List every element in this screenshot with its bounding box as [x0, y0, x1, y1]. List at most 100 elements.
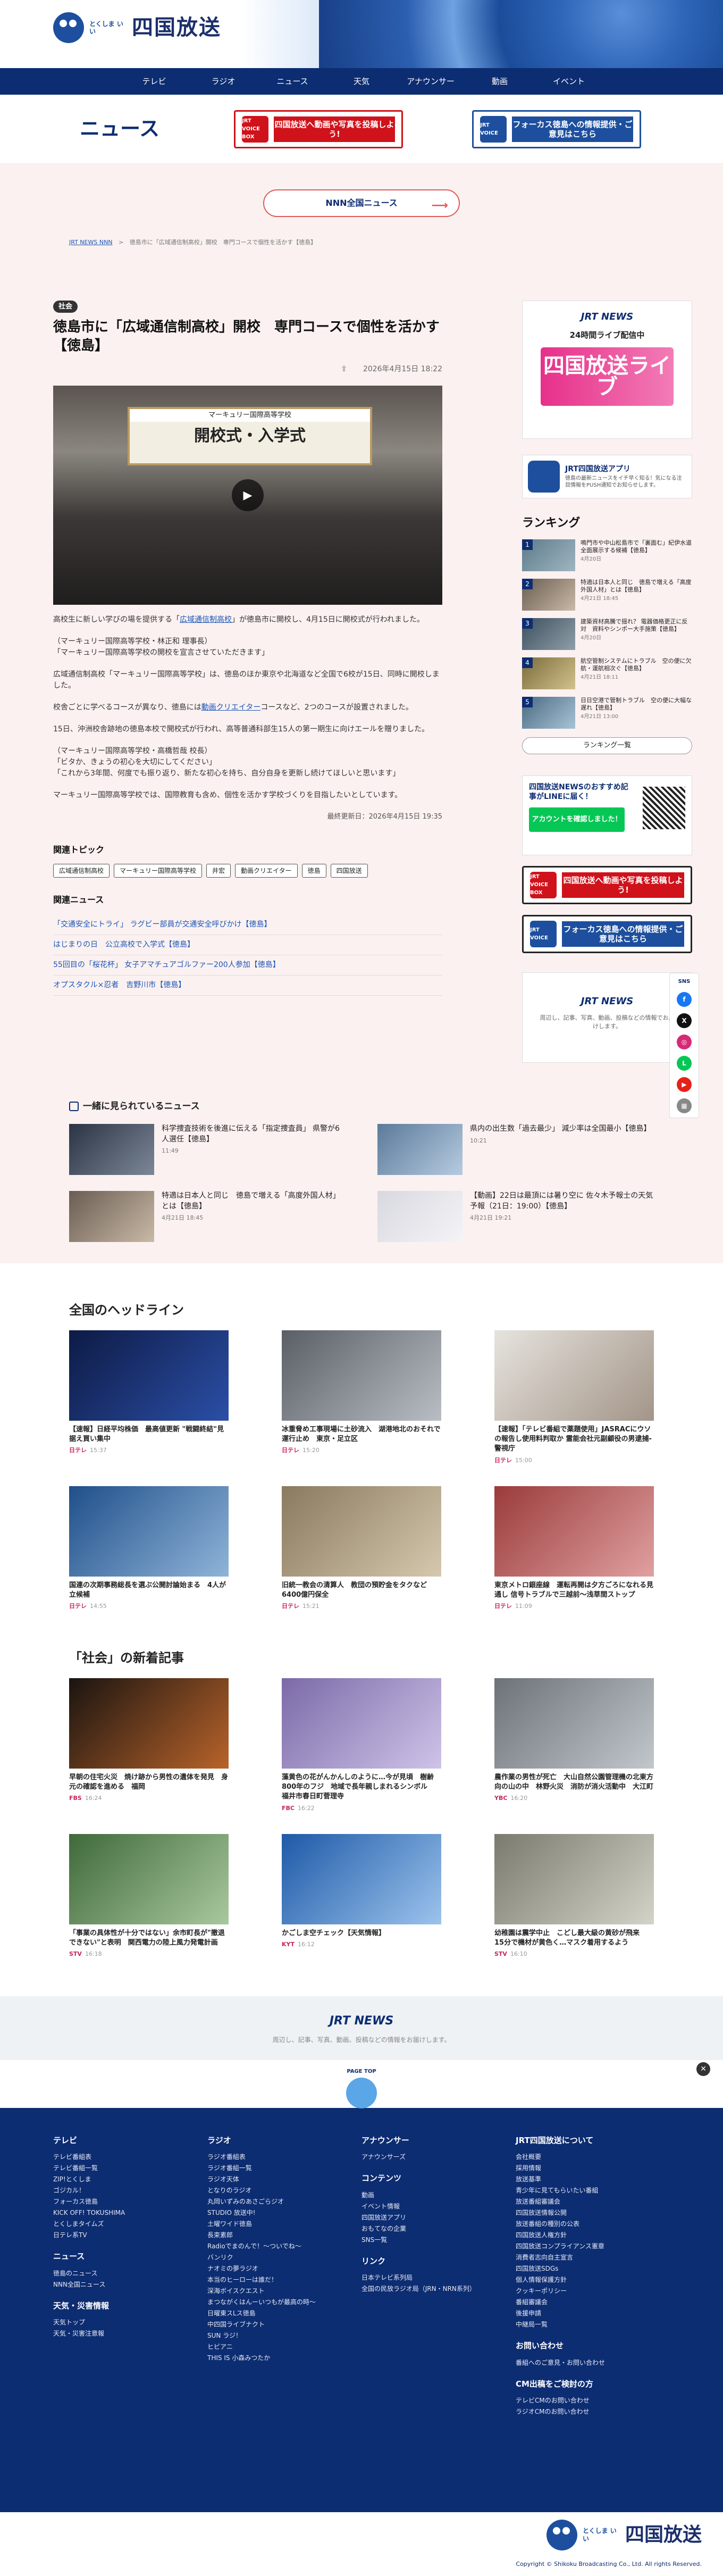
footer-heading[interactable]: CM出稿をご検討の方 [516, 2378, 670, 2390]
nav-announcer[interactable]: アナウンサー [396, 68, 465, 95]
ranking-item[interactable]: 1 鳴門市や中山松島市で「裏面む」紀伊水道全面展示する候補【徳島】 4月20日 [522, 539, 692, 571]
facebook-icon[interactable]: f [677, 991, 692, 1007]
ranking-item[interactable]: 4 航空管制システムにトラブル 空の便に欠航・運航相次ぐ【徳島】 4月21日 18… [522, 657, 692, 689]
side-voice-box-banner[interactable]: JRT VOICE BOX 四国放送へ動画や写真を投稿しよう! [522, 865, 692, 904]
link-wide-area-school[interactable]: 広域通信制高校 [180, 615, 232, 624]
share-icon[interactable]: ⇪ [341, 364, 347, 375]
footer-heading[interactable]: 天気・災害情報 [53, 2300, 207, 2312]
topic-tag[interactable]: 井宏 [206, 863, 231, 878]
article-video[interactable]: マーキュリー国際高等学校 開校式・入学式 ▶ [53, 386, 442, 605]
site-logo[interactable]: とくしま いい 四国放送 [53, 12, 221, 44]
footer-link[interactable]: ラジオ天体 [207, 2174, 362, 2185]
footer-link[interactable]: ZIP!とくしま [53, 2174, 207, 2185]
footer-link[interactable]: NNN全国ニュース [53, 2279, 207, 2290]
page-top-button[interactable]: PAGE TOP [340, 2065, 383, 2108]
play-icon[interactable]: ▶ [232, 479, 264, 512]
topic-tag[interactable]: 徳島 [301, 863, 326, 878]
footer-link[interactable]: 会社概要 [516, 2152, 670, 2163]
topic-tag[interactable]: 広域通信制高校 [53, 863, 110, 878]
footer-link[interactable]: STUDIO 放送中! [207, 2207, 362, 2219]
footer-link[interactable]: 深海ボイスクエスト [207, 2286, 362, 2297]
footer-link[interactable]: 土曜ワイド徳島 [207, 2219, 362, 2230]
footer-link[interactable]: となりのラジオ [207, 2185, 362, 2196]
instagram-icon[interactable]: ◎ [677, 1034, 692, 1049]
footer-logo[interactable]: とくしま いい 四国放送 [546, 2519, 702, 2550]
footer-link[interactable]: 放送基準 [516, 2174, 670, 2185]
footer-link[interactable]: 日本テレビ系列局 [362, 2272, 516, 2283]
footer-link[interactable]: とくしまタイムズ [53, 2219, 207, 2230]
youtube-icon[interactable]: ▶ [677, 1077, 692, 1092]
footer-link[interactable]: テレビ番組一覧 [53, 2163, 207, 2174]
footer-link[interactable]: ラジオCMのお問い合わせ [516, 2406, 670, 2417]
close-icon[interactable]: ✕ [696, 2062, 710, 2076]
footer-link[interactable]: 採用情報 [516, 2163, 670, 2174]
footer-heading[interactable]: JRT四国放送について [516, 2135, 670, 2147]
breadcrumb-home[interactable]: JRT NEWS NNN [69, 239, 113, 246]
footer-link[interactable]: テレビ番組表 [53, 2152, 207, 2163]
nav-video[interactable]: 動画 [465, 68, 534, 95]
society-item[interactable]: かごしま空チェック【天気情報】 KYT 16:12 [282, 1834, 441, 1959]
society-item[interactable]: 幼稚園は震学中止 こどし最大級の黄砂が飛来 15分で機材が黄色く…マスク着用する… [494, 1834, 654, 1959]
line-icon[interactable]: L [677, 1055, 692, 1071]
footer-heading[interactable]: お問い合わせ [516, 2340, 670, 2352]
nnn-national-news-button[interactable]: NNN全国ニュース ⟶ [263, 189, 460, 217]
live-stream-banner[interactable]: JRT NEWS 24時間ライブ配信中 四国放送ライブ [522, 300, 692, 439]
footer-link[interactable]: 四国放送人権方針 [516, 2230, 670, 2241]
footer-link[interactable]: 動画 [362, 2190, 516, 2201]
x-icon[interactable]: X [677, 1013, 692, 1028]
footer-link[interactable]: 徳島のニュース [53, 2268, 207, 2279]
footer-link[interactable]: 日曜東スLス徳島 [207, 2308, 362, 2319]
footer-link[interactable]: 中四国ライブナクト [207, 2319, 362, 2330]
footer-link[interactable]: ラジオ番組一覧 [207, 2163, 362, 2174]
footer-link[interactable]: 青少年に見てもらいたい番組 [516, 2185, 670, 2196]
national-item[interactable]: 【速報】「テレビ番組で薬題使用」JASRACにウソの報告し使用料判取か 霊能会社… [494, 1330, 654, 1465]
national-item[interactable]: 東京メトロ銀座線 運転再開は夕方ごろになれる見通し 信号トラブルで三越前〜浅草間… [494, 1486, 654, 1611]
footer-link[interactable]: 本当のヒーローは誰だ！ [207, 2274, 362, 2286]
footer-link[interactable]: Radioでまのんで！〜ついでね〜 [207, 2241, 362, 2252]
footer-link[interactable]: ヒビアニ [207, 2341, 362, 2353]
footer-link[interactable]: ナオミの夢ラジオ [207, 2263, 362, 2274]
footer-link[interactable]: 放送番組審議会 [516, 2196, 670, 2207]
footer-link[interactable]: クッキーポリシー [516, 2286, 670, 2297]
footer-link[interactable]: 番組へのご意見・お問い合わせ [516, 2357, 670, 2369]
footer-link[interactable]: 四国放送情報公開 [516, 2207, 670, 2219]
footer-link[interactable]: 放送番組の種別の公表 [516, 2219, 670, 2230]
footer-link[interactable]: 四国放送コンプライアンス憲章 [516, 2241, 670, 2252]
national-item[interactable]: 国連の次期事務総長を選ぶ公開討論始まる 4人が立候補 日テレ 14:55 [69, 1486, 229, 1611]
voice-box-banner[interactable]: JRT VOICE BOX 四国放送へ動画や写真を投稿しよう! [234, 110, 403, 148]
nav-weather[interactable]: 天気 [327, 68, 396, 95]
category-badge[interactable]: 社会 [53, 300, 78, 313]
national-item[interactable]: 【速報】日経平均株価 最高値更新 "戦闘終結"見据え買い集中 日テレ 15:37 [69, 1330, 229, 1465]
widely-read-item[interactable]: 特適は日本人と同じ 徳島で増える「高度外国人材」とは【徳島】 4月21日 18:4… [69, 1191, 346, 1242]
footer-link[interactable]: イベント情報 [362, 2201, 516, 2212]
footer-heading[interactable]: ラジオ [207, 2135, 362, 2147]
footer-link[interactable]: アナウンサーズ [362, 2152, 516, 2163]
footer-link[interactable]: 全国の民放ラジオ局（JRN・NRN系列） [362, 2283, 516, 2295]
ranking-item[interactable]: 2 特適は日本人と同じ 徳島で増える「高度外国人材」とは【徳島】 4月21日 18… [522, 578, 692, 611]
line-friend-button[interactable]: アカウントを確認しました！ [529, 807, 625, 832]
footer-link[interactable]: 四国放送SDGs [516, 2263, 670, 2274]
footer-link[interactable]: 個人情報保護方針 [516, 2274, 670, 2286]
widely-read-item[interactable]: 県内の出生数「過去最少」 減少率は全国最小【徳島】 10:21 [377, 1124, 654, 1175]
side-focus-banner[interactable]: JRT VOICE フォーカス徳島への情報提供・ご意見はこちら [522, 914, 692, 953]
footer-link[interactable]: ゴジカル！ [53, 2185, 207, 2196]
footer-link[interactable]: 消費者志向自主宣言 [516, 2252, 670, 2263]
national-item[interactable]: 冰重脅め工事現場に土砂流入 湖港地北のおそれで運行止め 東京・足立区 日テレ 15:… [282, 1330, 441, 1465]
footer-link[interactable]: SUN ラジ！ [207, 2330, 362, 2341]
society-item[interactable]: 早朝の住宅火災 焼け跡から男性の遺体を発見 身元の確認を進める 福岡 FBS 16:… [69, 1678, 229, 1813]
topic-tag[interactable]: マーキュリー国際高等学校 [114, 863, 203, 878]
nav-event[interactable]: イベント [534, 68, 603, 95]
qr-icon[interactable]: ▦ [677, 1098, 692, 1113]
footer-link[interactable]: 天気・災害注意報 [53, 2328, 207, 2339]
nav-tv[interactable]: テレビ [120, 68, 189, 95]
footer-link[interactable]: 後援申請 [516, 2308, 670, 2319]
footer-link[interactable]: 四国放送アプリ [362, 2212, 516, 2223]
related-item[interactable]: オプスタクル×忍者 吉野川市【徳島】 [53, 976, 442, 996]
footer-heading[interactable]: テレビ [53, 2135, 207, 2147]
footer-link[interactable]: SNS一覧 [362, 2235, 516, 2246]
footer-link[interactable]: テレビCMのお問い合わせ [516, 2395, 670, 2406]
footer-link[interactable]: 丸岡いずみのあさごらジオ [207, 2196, 362, 2207]
nav-news[interactable]: ニュース [258, 68, 327, 95]
topic-tag[interactable]: 四国放送 [330, 863, 368, 878]
widely-read-item[interactable]: 科学捜査技術を後進に伝える「指定捜査員」 県警が6人選任【徳島】 11:49 [69, 1124, 346, 1175]
